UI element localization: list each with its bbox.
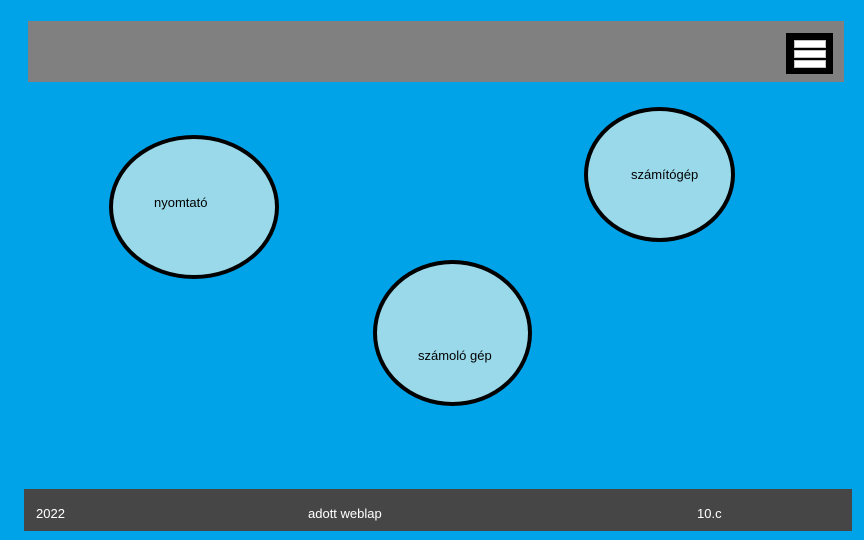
menu-icon-bar-middle xyxy=(793,49,826,58)
szamologep-bubble[interactable]: számoló gép xyxy=(373,260,532,406)
menu-icon-bar-top xyxy=(793,39,826,48)
footer-year: 2022 xyxy=(36,506,65,521)
footer-title: adott weblap xyxy=(308,506,382,521)
menu-button[interactable] xyxy=(786,33,833,74)
bubble-label: nyomtató xyxy=(154,195,208,210)
nyomtato-bubble[interactable]: nyomtató xyxy=(109,135,279,279)
bubble-label: számítógép xyxy=(631,167,699,182)
footer-bar: 2022 adott weblap 10.c xyxy=(24,489,852,531)
header-bar xyxy=(28,21,844,82)
menu-icon-bar-bottom xyxy=(793,59,826,68)
footer-class: 10.c xyxy=(697,506,722,521)
bubble-label: számoló gép xyxy=(418,348,492,363)
szamitogep-bubble[interactable]: számítógép xyxy=(584,107,735,242)
